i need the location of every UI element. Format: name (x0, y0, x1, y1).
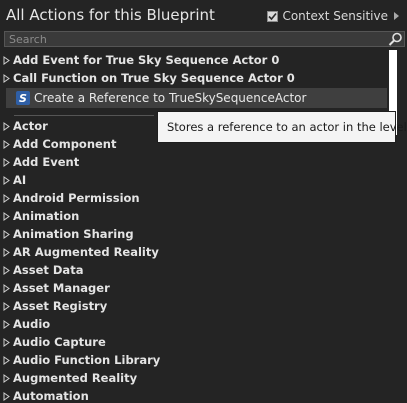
expand-arrow-icon[interactable] (3, 373, 10, 383)
divider (14, 115, 154, 116)
context-menu-arrow-icon[interactable] (394, 12, 399, 20)
category-label: Actor (13, 119, 48, 133)
search-input[interactable] (4, 31, 405, 47)
sequence-actor-icon: S (16, 91, 30, 105)
category-item[interactable]: Asset Data (0, 261, 388, 279)
category-label: Asset Registry (13, 299, 108, 313)
category-label: Augmented Reality (13, 371, 138, 385)
window-header: All Actions for this Blueprint Context S… (0, 0, 407, 32)
expand-arrow-icon[interactable] (3, 73, 10, 83)
window-title: All Actions for this Blueprint (6, 6, 215, 24)
category-label: Automation (13, 389, 89, 403)
category-item[interactable]: Audio (0, 315, 388, 333)
category-item[interactable]: Asset Registry (0, 297, 388, 315)
expand-arrow-icon[interactable] (3, 247, 10, 257)
category-item[interactable]: Audio Capture (0, 333, 388, 351)
expand-arrow-icon[interactable] (3, 229, 10, 239)
expand-arrow-icon[interactable] (3, 55, 10, 65)
selected-list-item[interactable]: S Create a Reference to TrueSkySequenceA… (6, 88, 387, 108)
list-item-label: Call Function on True Sky Sequence Actor… (13, 71, 295, 85)
category-label: Add Component (13, 137, 117, 151)
category-label: Audio Capture (13, 335, 106, 349)
search-icon[interactable] (388, 32, 403, 46)
tooltip: Stores a reference to an actor in the le… (157, 111, 407, 143)
expand-arrow-icon[interactable] (3, 139, 10, 149)
category-item[interactable]: Augmented Reality (0, 369, 388, 387)
context-sensitive-label: Context Sensitive (282, 9, 388, 23)
category-item[interactable]: Add Event (0, 153, 388, 171)
list-item[interactable]: Call Function on True Sky Sequence Actor… (0, 69, 388, 87)
expand-arrow-icon[interactable] (3, 193, 10, 203)
expand-arrow-icon[interactable] (3, 211, 10, 221)
category-item[interactable]: Android Permission (0, 189, 388, 207)
expand-arrow-icon[interactable] (3, 301, 10, 311)
expand-arrow-icon[interactable] (3, 265, 10, 275)
category-label: Asset Manager (13, 281, 110, 295)
checkmark-icon (268, 12, 278, 20)
category-item[interactable]: Asset Manager (0, 279, 388, 297)
expand-arrow-icon[interactable] (3, 319, 10, 329)
category-label: Asset Data (13, 263, 84, 277)
category-item[interactable]: Audio Function Library (0, 351, 388, 369)
expand-arrow-icon[interactable] (3, 157, 10, 167)
list-item-label: Add Event for True Sky Sequence Actor 0 (13, 53, 280, 67)
expand-arrow-icon[interactable] (3, 121, 10, 131)
category-item[interactable]: Automation (0, 387, 388, 403)
expand-arrow-icon[interactable] (3, 283, 10, 293)
tooltip-text: Stores a reference to an actor in the le… (167, 120, 407, 134)
expand-arrow-icon[interactable] (3, 337, 10, 347)
category-label: Android Permission (13, 191, 140, 205)
expand-arrow-icon[interactable] (3, 391, 10, 401)
category-label: Audio Function Library (13, 353, 161, 367)
category-label: AI (13, 173, 27, 187)
category-label: Animation (13, 209, 80, 223)
context-sensitive-toggle[interactable]: Context Sensitive (267, 9, 399, 23)
category-label: Audio (13, 317, 51, 331)
category-item[interactable]: Animation Sharing (0, 225, 388, 243)
list-item[interactable]: Add Event for True Sky Sequence Actor 0 (0, 51, 388, 69)
category-item[interactable]: AI (0, 171, 388, 189)
category-list: Actor Add Component Add Event AI Android… (0, 117, 388, 403)
category-label: AR Augmented Reality (13, 245, 159, 259)
context-sensitive-checkbox[interactable] (267, 10, 279, 22)
category-item[interactable]: Animation (0, 207, 388, 225)
list-item-label: Create a Reference to TrueSkySequenceAct… (34, 91, 307, 105)
expand-arrow-icon[interactable] (3, 355, 10, 365)
category-label: Animation Sharing (13, 227, 134, 241)
category-label: Add Event (13, 155, 80, 169)
expand-arrow-icon[interactable] (3, 175, 10, 185)
category-item[interactable]: AR Augmented Reality (0, 243, 388, 261)
